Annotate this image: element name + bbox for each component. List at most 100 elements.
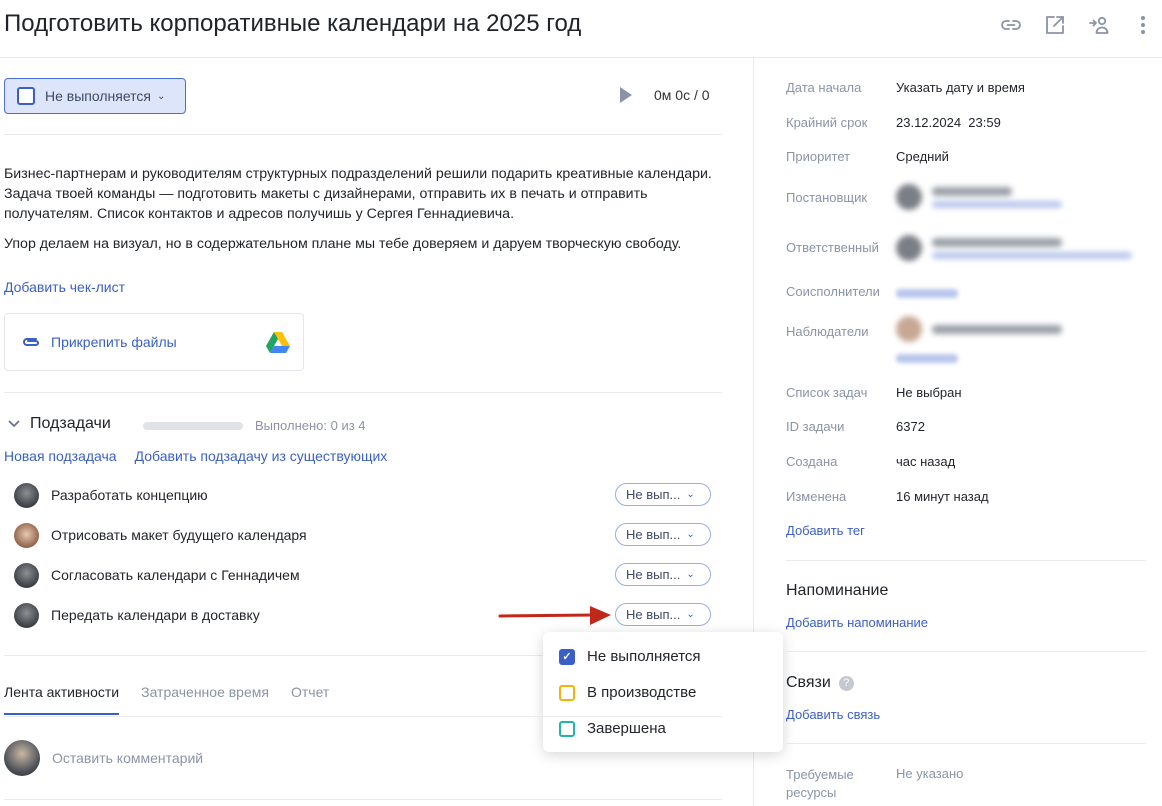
add-coexecutor-link[interactable] bbox=[896, 289, 958, 298]
status-option-not-started[interactable]: ✓ Не выполняется bbox=[559, 648, 701, 665]
coexecutors-label: Соисполнители bbox=[786, 284, 880, 299]
subtask-status-pill[interactable]: Не вып... ⌄ bbox=[615, 603, 711, 626]
google-drive-icon[interactable] bbox=[266, 332, 290, 353]
tasklist-value[interactable]: Не выбран bbox=[896, 385, 962, 400]
relations-title-text: Связи bbox=[786, 674, 831, 691]
start-date-value[interactable]: Указать дату и время bbox=[896, 80, 1025, 95]
reassign-icon[interactable] bbox=[1088, 14, 1110, 36]
header-actions bbox=[1000, 14, 1154, 36]
avatar bbox=[14, 562, 39, 588]
chevron-down-icon: ⌄ bbox=[686, 529, 695, 540]
observer-person[interactable] bbox=[896, 316, 1062, 342]
description-paragraph: Бизнес-партнерам и руководителям структу… bbox=[4, 166, 712, 222]
avatar bbox=[896, 235, 922, 261]
subtask-row[interactable]: Отрисовать макет будущего календаря Не в… bbox=[14, 521, 714, 549]
comment-input[interactable]: Оставить комментарий bbox=[52, 750, 203, 766]
subtasks-header[interactable]: Подзадачи bbox=[8, 415, 111, 433]
tab-activity[interactable]: Лента активности bbox=[4, 684, 120, 715]
deadline-value[interactable]: 23.12.2024 23:59 bbox=[896, 115, 1001, 130]
status-option-completed[interactable]: Завершена bbox=[559, 720, 666, 737]
creator-label: Постановщик bbox=[786, 190, 868, 205]
assignee-person[interactable] bbox=[896, 235, 1132, 261]
chevron-down-icon: ⌄ bbox=[686, 489, 695, 500]
avatar bbox=[14, 482, 39, 508]
subtask-status-pill[interactable]: Не вып... ⌄ bbox=[615, 483, 711, 506]
resources-value[interactable]: Не указано bbox=[896, 766, 963, 781]
play-icon[interactable] bbox=[620, 87, 632, 103]
attach-files-box[interactable]: Прикрепить файлы bbox=[4, 313, 304, 371]
assignee-label: Ответственный bbox=[786, 240, 879, 255]
modified-value: 16 минут назад bbox=[896, 489, 989, 504]
subtask-actions: Новая подзадача Добавить подзадачу из су… bbox=[4, 448, 387, 464]
add-reminder-link[interactable]: Добавить напоминание bbox=[786, 615, 928, 630]
created-label: Создана bbox=[786, 454, 838, 469]
subtasks-progress-bar bbox=[143, 422, 243, 430]
deadline-label: Крайний срок bbox=[786, 115, 868, 130]
add-existing-subtask-link[interactable]: Добавить подзадачу из существующих bbox=[135, 448, 388, 464]
tab-report[interactable]: Отчет bbox=[291, 684, 329, 715]
modified-label: Изменена bbox=[786, 489, 847, 504]
observers-label: Наблюдатели bbox=[786, 324, 869, 339]
subtask-status-pill[interactable]: Не вып... ⌄ bbox=[615, 523, 711, 546]
relations-title: Связи? bbox=[786, 674, 854, 692]
avatar bbox=[14, 522, 39, 548]
tasklist-label: Список задач bbox=[786, 385, 868, 400]
link-icon[interactable] bbox=[1000, 14, 1022, 36]
checkbox-icon bbox=[559, 684, 575, 701]
creator-person[interactable] bbox=[896, 184, 1062, 210]
new-subtask-link[interactable]: Новая подзадача bbox=[4, 448, 117, 464]
add-checklist-link[interactable]: Добавить чек-лист bbox=[4, 279, 125, 295]
avatar bbox=[896, 184, 922, 210]
open-external-icon[interactable] bbox=[1044, 14, 1066, 36]
activity-tabs: Лента активности Затраченное время Отчет bbox=[4, 684, 329, 715]
subtasks-done-text: Выполнено: 0 из 4 bbox=[255, 418, 366, 433]
tabs-divider bbox=[4, 716, 722, 717]
status-dropdown-menu: ✓ Не выполняется В производстве Завершен… bbox=[543, 632, 783, 752]
add-tag-link[interactable]: Добавить тег bbox=[786, 523, 865, 538]
subtask-status-label: Не вып... bbox=[626, 607, 681, 622]
start-date-label: Дата начала bbox=[786, 80, 862, 95]
subtasks-title: Подзадачи bbox=[30, 415, 111, 432]
chevron-down-icon: ⌄ bbox=[156, 90, 166, 102]
avatar bbox=[14, 602, 39, 628]
divider bbox=[4, 655, 544, 656]
help-icon[interactable]: ? bbox=[838, 676, 854, 691]
avatar bbox=[4, 740, 40, 776]
priority-label: Приоритет bbox=[786, 149, 851, 164]
subtask-row[interactable]: Согласовать календари с Геннадичем Не вы… bbox=[14, 561, 714, 589]
status-option-label: Завершена bbox=[587, 720, 666, 737]
subtask-status-pill[interactable]: Не вып... ⌄ bbox=[615, 563, 711, 586]
status-button[interactable]: Не выполняется ⌄ bbox=[4, 78, 186, 114]
more-icon[interactable] bbox=[1132, 14, 1154, 36]
add-observer-link[interactable] bbox=[896, 354, 958, 363]
subtask-status-label: Не вып... bbox=[626, 527, 681, 542]
chevron-down-icon: ⌄ bbox=[686, 609, 695, 620]
divider bbox=[786, 560, 1146, 561]
status-label: Не выполняется bbox=[45, 88, 151, 104]
divider bbox=[786, 651, 1146, 652]
description-paragraph: Упор делаем на визуал, но в содержательн… bbox=[4, 236, 682, 252]
resources-label: Требуемые ресурсы bbox=[786, 767, 854, 800]
checkbox-checked-icon: ✓ bbox=[559, 648, 575, 665]
paperclip-icon bbox=[23, 338, 39, 346]
subtask-status-label: Не вып... bbox=[626, 487, 681, 502]
subtask-row[interactable]: Разработать концепцию Не вып... ⌄ bbox=[14, 481, 714, 509]
status-option-label: Не выполняется bbox=[587, 648, 701, 665]
chevron-down-icon: ⌄ bbox=[686, 569, 695, 580]
status-option-label: В производстве bbox=[587, 684, 697, 701]
created-value: час назад bbox=[896, 454, 956, 469]
divider bbox=[4, 134, 722, 135]
timer-value: 0м 0с / 0 bbox=[654, 87, 710, 103]
priority-value[interactable]: Средний bbox=[896, 149, 949, 164]
status-option-in-progress[interactable]: В производстве bbox=[559, 684, 696, 701]
task-description: Бизнес-партнерам и руководителям структу… bbox=[4, 164, 724, 264]
divider bbox=[786, 743, 1146, 744]
chevron-down-icon bbox=[8, 420, 20, 428]
tab-time-spent[interactable]: Затраченное время bbox=[141, 684, 269, 715]
annotation-arrow bbox=[498, 606, 611, 625]
divider bbox=[4, 799, 722, 800]
task-id-label: ID задачи bbox=[786, 419, 845, 434]
add-relation-link[interactable]: Добавить связь bbox=[786, 707, 880, 722]
time-tracker: 0м 0с / 0 bbox=[620, 87, 710, 103]
attach-files-label: Прикрепить файлы bbox=[51, 334, 177, 350]
